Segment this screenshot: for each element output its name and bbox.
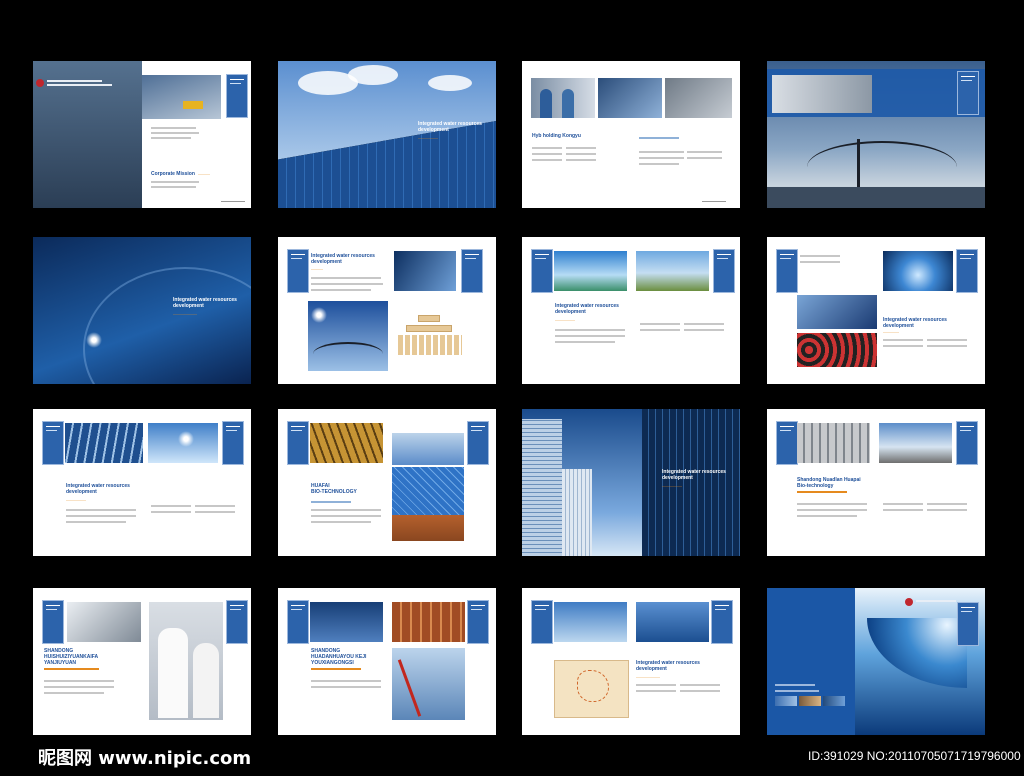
brochure-spread-7[interactable]: Integrated water resources development —… [522, 237, 740, 384]
spread-heading-line2: development [173, 303, 204, 309]
section-tab[interactable] [42, 600, 64, 644]
section-tab[interactable] [226, 600, 248, 644]
spread-heading-line2: development [662, 475, 693, 481]
section-tab[interactable] [956, 421, 978, 465]
section-tab[interactable] [467, 421, 489, 465]
cover-thumbnail [775, 696, 797, 706]
dome-structure-photo [797, 295, 877, 329]
stadium-aerial-photo [636, 251, 709, 291]
spread-heading: Hyb holding Kongyu [532, 133, 581, 139]
spread-heading-line2: development [66, 489, 97, 495]
section-tab[interactable] [226, 74, 248, 118]
spread-heading-line2: BIO-TECHNOLOGY [311, 489, 357, 495]
brochure-spread-11[interactable]: Integrated water resources development —… [522, 409, 740, 556]
brochure-spread-16[interactable] [767, 588, 985, 735]
industrial-structure-photo [142, 75, 221, 119]
spread-heading-line2: development [418, 127, 449, 133]
org-chart-box [406, 325, 452, 332]
brochure-spread-6[interactable]: Integrated water resources development —… [278, 237, 496, 384]
org-chart-columns [398, 335, 462, 355]
section-tab[interactable] [467, 600, 489, 644]
spread-heading-line2: development [636, 666, 667, 672]
section-tab[interactable] [287, 600, 309, 644]
yellow-machinery-shape [183, 101, 203, 109]
section-tab[interactable] [711, 600, 733, 644]
brochure-spread-4[interactable] [767, 61, 985, 208]
solar-panels-photo [65, 423, 143, 463]
solar-array-photo [392, 433, 464, 465]
brochure-spread-15[interactable]: Integrated water resources development —… [522, 588, 740, 735]
skyscraper-photo [394, 251, 456, 291]
brochure-spread-3[interactable]: Hyb holding Kongyu [522, 61, 740, 208]
fiber-optics-photo [883, 251, 953, 291]
tower-right-shape [642, 409, 740, 556]
spread-heading-line2: development [311, 259, 342, 265]
pipelines-photo [392, 602, 465, 642]
company-logo-icon [36, 79, 44, 87]
machinery-photo [665, 78, 732, 118]
watermark-id: ID:391029 NO:20110705071719796000 [808, 749, 1021, 763]
brochure-spread-9[interactable]: Integrated water resources development —… [33, 409, 251, 556]
microscope-photo [67, 602, 141, 642]
spread-heading-line2: development [555, 309, 586, 315]
section-tab[interactable] [222, 421, 244, 465]
bridge-cable-shape [807, 141, 957, 193]
section-tab[interactable] [956, 249, 978, 293]
cover-thumbnail [799, 696, 821, 706]
company-logo-icon [905, 598, 913, 606]
back-cover-panel [767, 588, 855, 735]
sun-flare-icon [86, 332, 102, 348]
brochure-spread-5[interactable]: Integrated water resources development —… [33, 237, 251, 384]
section-tab[interactable] [461, 249, 483, 293]
coastline-photo [554, 251, 627, 291]
industrial-tanks-photo [797, 423, 870, 463]
lights-array-photo [797, 333, 877, 367]
spread-heading-line2: Bio-technology [797, 483, 834, 489]
refinery-photo [879, 423, 952, 463]
org-chart-box [418, 315, 440, 322]
section-tab[interactable] [776, 421, 798, 465]
business-team-photo [772, 75, 872, 113]
solar-golden-photo [310, 423, 383, 463]
spread-heading-line3: YOUXIANGONGSI [311, 660, 354, 666]
tower-left-shape [522, 419, 562, 556]
section-tab[interactable] [287, 421, 309, 465]
rooftop-solar-photo [392, 467, 464, 515]
section-tab[interactable] [531, 249, 553, 293]
wind-turbines-photo [636, 602, 709, 642]
steel-structure-photo [598, 78, 662, 118]
spread-heading: Corporate Mission [151, 171, 195, 177]
watermark-logo: 昵图网 www.nipic.com [38, 748, 252, 769]
curved-glass-shape [83, 267, 251, 384]
tower-mid-shape [562, 469, 592, 556]
oil-platform-photo [310, 602, 383, 642]
spread-heading-line3: YANJIUYUAN [44, 660, 77, 666]
section-tab[interactable] [713, 249, 735, 293]
section-tab[interactable] [957, 602, 979, 646]
crane-photo [392, 648, 465, 720]
brochure-spread-14[interactable]: SHANDONG HUADANHUAYOU KEJI YOUXIANGONGSI [278, 588, 496, 735]
brochure-spread-2[interactable]: Integrated water resources development —… [278, 61, 496, 208]
brochure-spread-10[interactable]: HUAFAI BIO-TECHNOLOGY [278, 409, 496, 556]
brochure-spread-13[interactable]: SHANDONG HUISHUIZIYUANKAIFA YANJIUYUAN [33, 588, 251, 735]
cover-thumbnail [823, 696, 845, 706]
brochure-spread-8[interactable]: Integrated water resources development —… [767, 237, 985, 384]
brochure-spread-1[interactable]: Corporate Mission ——— [33, 61, 251, 208]
section-tab[interactable] [287, 249, 309, 293]
brochure-spread-12[interactable]: Shandong Nuadlan Huapai Bio-technology [767, 409, 985, 556]
section-tab[interactable] [776, 249, 798, 293]
section-tab[interactable] [957, 71, 979, 115]
section-tab[interactable] [42, 421, 64, 465]
power-station-photo [554, 602, 627, 642]
section-tab[interactable] [531, 600, 553, 644]
brick-building-photo [392, 515, 464, 541]
